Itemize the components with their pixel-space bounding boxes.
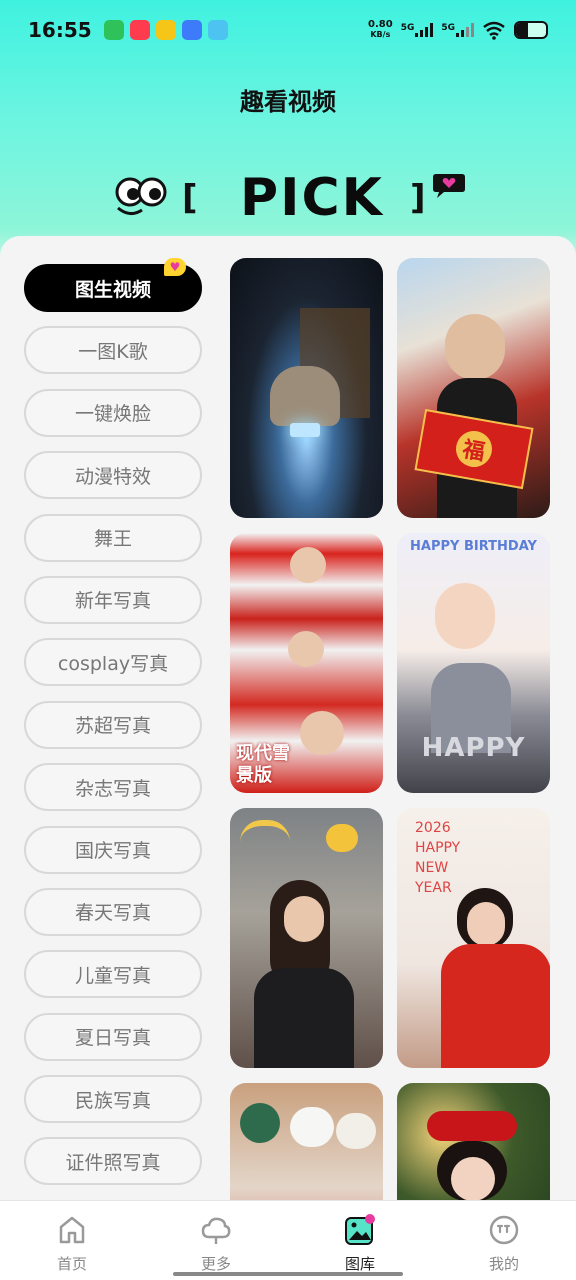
- category-item[interactable]: 舞王: [24, 513, 202, 562]
- thumbnail-cats-christmas[interactable]: [230, 1083, 383, 1202]
- thumbnail-cat-in-bed[interactable]: [230, 258, 383, 518]
- category-item[interactable]: 儿童写真: [24, 950, 202, 999]
- home-indicator: [173, 1272, 403, 1276]
- browser-app-icon: [181, 20, 202, 40]
- category-item[interactable]: 动漫特效: [24, 451, 202, 500]
- cloud-icon: [201, 1217, 231, 1244]
- nav-more[interactable]: 更多: [144, 1201, 288, 1280]
- category-item[interactable]: 图生视频 ♥: [24, 258, 202, 312]
- home-icon: [59, 1216, 85, 1244]
- wallet-app-icon: [155, 20, 176, 40]
- category-list: 图生视频 ♥ 一图K歌 一键焕脸 动漫特效 舞王 新年写真 cosplay写真 …: [24, 258, 202, 1200]
- thumbnail-christmas-bow[interactable]: [397, 1083, 550, 1202]
- bottom-nav: 首页 更多 图库 我的: [0, 1200, 576, 1280]
- birthday-caption: HAPPY BIRTHDAY: [410, 539, 537, 554]
- gallery-icon: [345, 1214, 375, 1245]
- category-item[interactable]: 春天写真: [24, 887, 202, 936]
- eyes-icon: [115, 177, 167, 215]
- thumbnail-caption: 2026 HAPPY NEW YEAR: [415, 820, 461, 896]
- bracket-left: [: [182, 178, 198, 218]
- battery-icon: [514, 21, 548, 39]
- net-speed: 0.80 KB/s: [368, 19, 393, 40]
- pick-text: PICK: [240, 168, 384, 228]
- signal-2-icon: 5G: [441, 23, 474, 37]
- pick-banner: [ PICK ]: [110, 160, 470, 230]
- heart-badge-icon: ♥: [164, 258, 186, 276]
- signal-1-icon: 5G: [401, 23, 434, 37]
- page-title: 趣看视频: [240, 88, 336, 116]
- thumbnail-birthday[interactable]: HAPPY BIRTHDAY HAPPY: [397, 533, 550, 793]
- main-card: 图生视频 ♥ 一图K歌 一键焕脸 动漫特效 舞王 新年写真 cosplay写真 …: [0, 236, 576, 1202]
- nav-home[interactable]: 首页: [0, 1201, 144, 1280]
- category-item[interactable]: 国庆写真: [24, 825, 202, 874]
- chat-heart-icon: [433, 174, 465, 198]
- wifi-icon: [483, 21, 505, 40]
- video-app-icon: [129, 20, 150, 40]
- category-item[interactable]: 一键焕脸: [24, 388, 202, 437]
- wechat-icon: [103, 20, 124, 40]
- thumbnail-new-year[interactable]: 2026 HAPPY NEW YEAR: [397, 808, 550, 1068]
- category-item[interactable]: cosplay写真: [24, 638, 202, 687]
- category-item[interactable]: 新年写真: [24, 575, 202, 624]
- category-item[interactable]: 民族写真: [24, 1075, 202, 1124]
- category-item[interactable]: 证件照写真: [24, 1137, 202, 1186]
- category-item[interactable]: 夏日写真: [24, 1012, 202, 1061]
- nav-gallery[interactable]: 图库: [288, 1201, 432, 1280]
- nav-profile[interactable]: 我的: [432, 1201, 576, 1280]
- status-bar: 16:55 0.80 KB/s 5G 5G: [0, 0, 576, 60]
- thumbnail-street-portrait[interactable]: [230, 808, 383, 1068]
- category-item[interactable]: 苏超写真: [24, 700, 202, 749]
- profile-icon: [489, 1215, 519, 1245]
- thumbnail-snow-portrait[interactable]: 现代雪景版: [230, 533, 383, 793]
- mail-app-icon: [207, 20, 228, 40]
- category-item[interactable]: 杂志写真: [24, 763, 202, 812]
- thumbnail-red-envelope[interactable]: 福: [397, 258, 550, 518]
- category-item[interactable]: 一图K歌: [24, 326, 202, 375]
- thumbnail-caption: 现代雪景版: [236, 743, 290, 786]
- status-time: 16:55: [28, 18, 92, 42]
- bracket-right: ]: [410, 178, 426, 218]
